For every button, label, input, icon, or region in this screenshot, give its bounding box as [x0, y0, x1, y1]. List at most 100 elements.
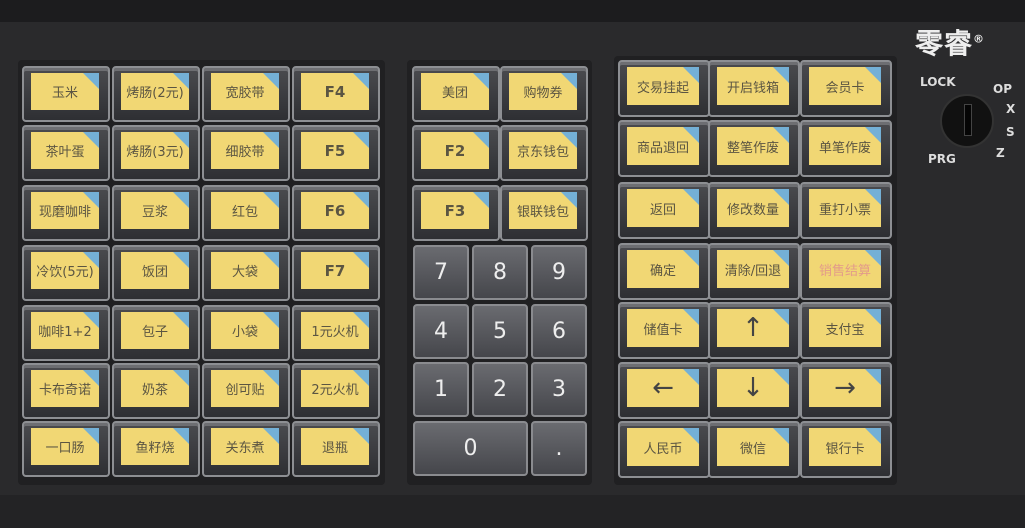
key-label: 咖啡1+2 [31, 312, 99, 349]
key-right_keys-0-1[interactable]: 开启钱箱 [708, 60, 800, 117]
numpad-key-1[interactable]: 1 [413, 362, 469, 417]
key-right_keys-3-2[interactable]: 销售结算 [800, 243, 892, 300]
key-right_keys-5-0[interactable]: ← [618, 362, 710, 419]
key-label: 购物券 [509, 73, 577, 110]
key-label-text: 红包 [231, 205, 258, 220]
key-right_keys-3-0[interactable]: 确定 [618, 243, 710, 300]
key-left_keys-3-0[interactable]: 冷饮(5元) [22, 245, 110, 301]
key-label: 茶叶蛋 [31, 132, 99, 169]
numpad-key-5[interactable]: 5 [472, 304, 528, 359]
numpad-key-dot[interactable]: . [531, 421, 587, 476]
numpad-key-0[interactable]: 0 [413, 421, 528, 476]
key-left_keys-1-1[interactable]: 烤肠(3元) [112, 125, 200, 181]
key-left_keys-2-2[interactable]: 红包 [202, 185, 290, 241]
key-left_keys-1-0[interactable]: 茶叶蛋 [22, 125, 110, 181]
key-right_keys-1-0[interactable]: 商品退回 [618, 120, 710, 177]
key-right_keys-4-0[interactable]: 储值卡 [618, 302, 710, 359]
key-label-text: 创可贴 [225, 383, 265, 398]
numpad-key-3[interactable]: 3 [531, 362, 587, 417]
numpad-key-4[interactable]: 4 [413, 304, 469, 359]
key-label: 重打小票 [809, 189, 881, 227]
key-label: 微信 [717, 428, 789, 466]
key-middle_keys-1-1[interactable]: 京东钱包 [500, 125, 588, 181]
key-label-text: 京东钱包 [516, 145, 569, 160]
key-right_keys-4-1[interactable]: ↑ [708, 302, 800, 359]
key-label: 玉米 [31, 73, 99, 110]
numpad-key-9[interactable]: 9 [531, 245, 587, 300]
key-right_keys-6-2[interactable]: 银行卡 [800, 421, 892, 478]
key-right_keys-3-1[interactable]: 清除/回退 [708, 243, 800, 300]
key-middle_keys-2-0[interactable]: F3 [412, 185, 500, 241]
key-label: 宽胶带 [211, 73, 279, 110]
key-label: 鱼籽烧 [121, 428, 189, 465]
key-label-text: 确定 [649, 263, 676, 279]
key-middle_keys-2-1[interactable]: 银联钱包 [500, 185, 588, 241]
key-right_keys-6-1[interactable]: 微信 [708, 421, 800, 478]
key-left_keys-5-2[interactable]: 创可贴 [202, 363, 290, 419]
key-left_keys-4-0[interactable]: 咖啡1+2 [22, 305, 110, 361]
key-left_keys-0-1[interactable]: 烤肠(2元) [112, 66, 200, 122]
key-middle_keys-0-0[interactable]: 美团 [412, 66, 500, 122]
key-middle_keys-0-1[interactable]: 购物券 [500, 66, 588, 122]
key-left_keys-4-1[interactable]: 包子 [112, 305, 200, 361]
key-label-text: 一口肠 [45, 441, 85, 456]
key-left_keys-2-0[interactable]: 现磨咖啡 [22, 185, 110, 241]
key-left_keys-3-2[interactable]: 大袋 [202, 245, 290, 301]
key-label-text: F3 [444, 201, 466, 220]
key-label: 确定 [627, 250, 699, 288]
key-label-text: 奶茶 [141, 383, 168, 398]
key-left_keys-1-2[interactable]: 细胶带 [202, 125, 290, 181]
key-right_keys-2-0[interactable]: 返回 [618, 182, 710, 239]
key-label-text: 美团 [441, 86, 468, 101]
key-right_keys-1-1[interactable]: 整笔作废 [708, 120, 800, 177]
key-label-text: 微信 [739, 441, 766, 457]
key-right_keys-1-2[interactable]: 单笔作废 [800, 120, 892, 177]
key-label: 关东煮 [211, 428, 279, 465]
key-left_keys-1-3[interactable]: F5 [292, 125, 380, 181]
key-label-text: 卡布奇诺 [38, 383, 91, 398]
key-left_keys-0-3[interactable]: F4 [292, 66, 380, 122]
key-label-text: 2元火机 [311, 383, 359, 398]
key-left_keys-3-3[interactable]: F7 [292, 245, 380, 301]
key-left_keys-2-3[interactable]: F6 [292, 185, 380, 241]
key-label: 开启钱箱 [717, 67, 789, 105]
key-left_keys-0-0[interactable]: 玉米 [22, 66, 110, 122]
key-label: ← [627, 369, 699, 407]
key-label-text: 银联钱包 [516, 205, 569, 220]
key-right_keys-4-2[interactable]: 支付宝 [800, 302, 892, 359]
numpad-key-7[interactable]: 7 [413, 245, 469, 300]
key-left_keys-6-3[interactable]: 退瓶 [292, 421, 380, 477]
key-left_keys-6-2[interactable]: 关东煮 [202, 421, 290, 477]
key-right_keys-0-2[interactable]: 会员卡 [800, 60, 892, 117]
key-left_keys-5-3[interactable]: 2元火机 [292, 363, 380, 419]
key-left_keys-4-3[interactable]: 1元火机 [292, 305, 380, 361]
key-left_keys-5-1[interactable]: 奶茶 [112, 363, 200, 419]
key-right_keys-0-0[interactable]: 交易挂起 [618, 60, 710, 117]
key-right_keys-5-2[interactable]: → [800, 362, 892, 419]
key-label: 1元火机 [301, 312, 369, 349]
key-left_keys-5-0[interactable]: 卡布奇诺 [22, 363, 110, 419]
key-label-text: 关东煮 [225, 441, 265, 456]
key-right_keys-5-1[interactable]: ↓ [708, 362, 800, 419]
numpad-key-2[interactable]: 2 [472, 362, 528, 417]
mode-key-switch[interactable] [940, 94, 994, 148]
numpad-key-8[interactable]: 8 [472, 245, 528, 300]
numpad-key-6[interactable]: 6 [531, 304, 587, 359]
key-left_keys-0-2[interactable]: 宽胶带 [202, 66, 290, 122]
key-left_keys-2-1[interactable]: 豆浆 [112, 185, 200, 241]
key-label: 美团 [421, 73, 489, 110]
key-left_keys-6-1[interactable]: 鱼籽烧 [112, 421, 200, 477]
key-left_keys-3-1[interactable]: 饭团 [112, 245, 200, 301]
key-right_keys-6-0[interactable]: 人民币 [618, 421, 710, 478]
key-label: 烤肠(2元) [121, 73, 189, 110]
key-left_keys-6-0[interactable]: 一口肠 [22, 421, 110, 477]
key-right_keys-2-1[interactable]: 修改数量 [708, 182, 800, 239]
key-label-text: ← [652, 373, 674, 403]
key-label: F6 [301, 192, 369, 229]
key-label-text: 储值卡 [643, 322, 683, 338]
mode-lock: LOCK [920, 75, 956, 89]
key-left_keys-4-2[interactable]: 小袋 [202, 305, 290, 361]
key-right_keys-2-2[interactable]: 重打小票 [800, 182, 892, 239]
key-middle_keys-1-0[interactable]: F2 [412, 125, 500, 181]
key-label: 2元火机 [301, 370, 369, 407]
